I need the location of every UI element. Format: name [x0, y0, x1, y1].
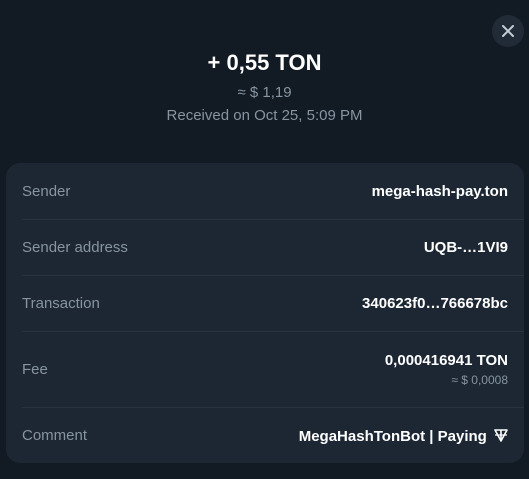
comment-value: MegaHashTonBot | Paying: [298, 427, 487, 445]
sender-label: Sender: [22, 182, 71, 200]
fee-value: 0,000416941 TON: [384, 352, 508, 369]
fee-value-stack: 0,000416941 TON ≈ $ 0,0008: [385, 352, 508, 387]
comment-label: Comment: [22, 427, 88, 444]
sender-address-row: Sender address UQB-…1VI9: [6, 220, 524, 275]
sender-row: Sender mega-hash-pay.ton: [6, 163, 524, 219]
close-button[interactable]: [492, 15, 524, 47]
received-date-text: Received on Oct 25, 5:09 PM: [166, 107, 363, 124]
sender-value[interactable]: mega-hash-pay.ton: [372, 183, 508, 200]
fiat-value-text: ≈ $ 1,19: [237, 84, 292, 101]
transaction-value[interactable]: 340623f0…766678bc: [362, 295, 508, 312]
transaction-row: Transaction 340623f0…766678bc: [6, 276, 524, 331]
sender-address-label: Sender address: [22, 239, 128, 256]
transaction-label: Transaction: [22, 295, 100, 312]
fee-fiat-value: ≈ $ 0,0008: [451, 373, 508, 387]
fee-row: Fee 0,000416941 TON ≈ $ 0,0008: [6, 332, 524, 407]
close-icon: [502, 25, 514, 37]
ton-currency-icon: [494, 428, 508, 442]
transaction-details-card: Sender mega-hash-pay.ton Sender address …: [6, 163, 524, 463]
sender-address-value[interactable]: UQB-…1VI9: [424, 239, 508, 256]
transaction-header: + 0,55 TON ≈ $ 1,19 Received on Oct 25, …: [0, 48, 529, 126]
comment-row: Comment MegaHashTonBot | Paying: [6, 408, 524, 463]
amount-text: + 0,55 TON: [207, 50, 322, 75]
fee-label: Fee: [22, 361, 48, 378]
comment-value-wrap: MegaHashTonBot | Paying: [299, 427, 508, 445]
